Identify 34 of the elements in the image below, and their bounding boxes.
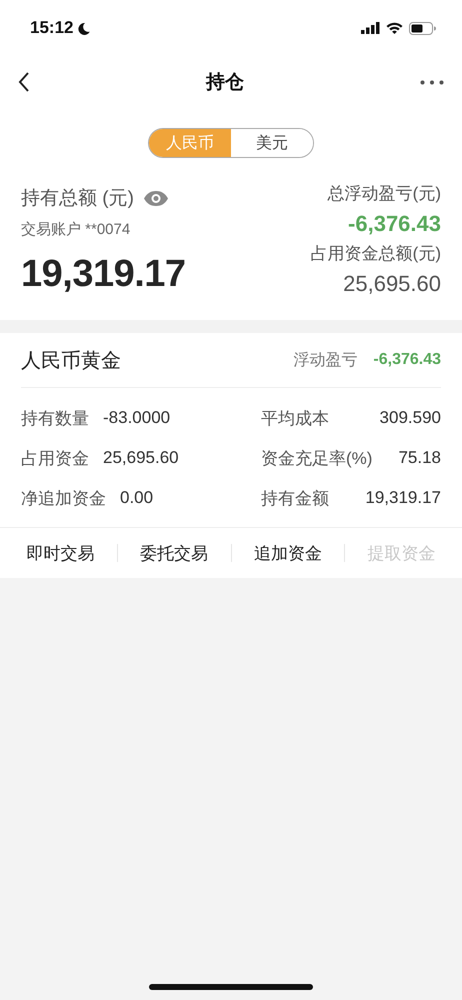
action-button[interactable]: 委托交易	[118, 538, 230, 568]
back-icon[interactable]	[18, 72, 30, 92]
detail-value: 0.00	[120, 488, 154, 508]
eye-icon[interactable]	[144, 190, 168, 206]
detail-value: -83.0000	[103, 408, 170, 428]
detail-label: 平均成本	[261, 408, 329, 430]
detail-label: 净追加资金	[21, 488, 106, 510]
holding-label: 持有总额 (元)	[21, 187, 134, 211]
detail-value: 309.590	[380, 408, 441, 428]
detail-label: 持有数量	[21, 408, 89, 430]
detail-value: 75.18	[398, 448, 441, 468]
signal-icon	[361, 22, 380, 34]
float-pl-value: -6,376.43	[373, 351, 441, 369]
battery-icon	[409, 22, 436, 34]
status-time: 15:12	[30, 18, 74, 38]
float-pl-label: 浮动盈亏	[293, 350, 358, 370]
detail-label: 占用资金	[21, 448, 89, 470]
margin-total: 25,695.60	[343, 270, 441, 298]
moon-icon	[78, 22, 90, 34]
detail-label: 持有金额	[261, 488, 329, 510]
detail-value: 19,319.17	[365, 488, 441, 508]
action-button[interactable]: 追加资金	[232, 538, 344, 568]
action-button[interactable]: 即时交易	[4, 538, 117, 568]
page-title: 持仓	[206, 71, 244, 95]
product-name: 人民币黄金	[21, 348, 121, 374]
float-pl-label: 总浮动盈亏(元)	[328, 183, 441, 205]
float-pl-value: -6,376.43	[348, 210, 441, 238]
detail-label: 资金充足率(%)	[261, 448, 372, 470]
account-number: 交易账户 **0074	[21, 220, 132, 239]
margin-label: 占用资金总额(元)	[310, 243, 441, 265]
wifi-icon	[386, 22, 403, 34]
more-icon[interactable]	[420, 80, 444, 84]
detail-value: 25,695.60	[103, 448, 179, 468]
holding-total: 19,319.17	[21, 253, 186, 296]
